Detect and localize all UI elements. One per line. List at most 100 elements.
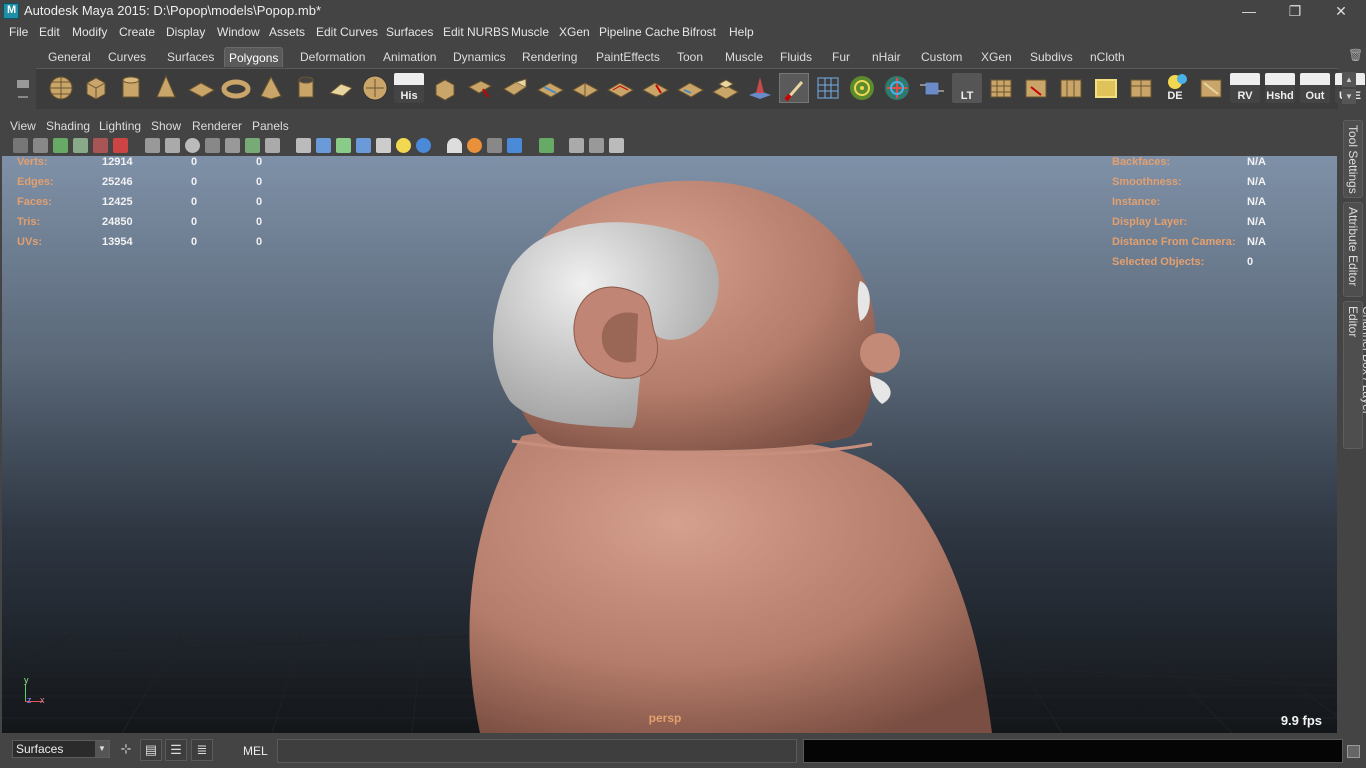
menu-set-dropdown[interactable]: Surfaces ▼ (12, 740, 110, 758)
tab-ncloth[interactable]: nCloth (1086, 47, 1129, 67)
menu-modify[interactable]: Modify (72, 25, 107, 39)
menu-pipeline-cache[interactable]: Pipeline Cache (599, 25, 680, 39)
rv-button[interactable]: RV (1230, 73, 1260, 103)
tab-fur[interactable]: Fur (828, 47, 854, 67)
lattice-icon[interactable] (813, 73, 843, 103)
safe-title-icon[interactable] (265, 138, 280, 153)
restore-button[interactable]: ❐ (1272, 0, 1318, 22)
tab-rendering[interactable]: Rendering (518, 47, 581, 67)
insert-edge-loop-icon[interactable] (570, 73, 600, 103)
motion-blur-icon[interactable] (467, 138, 482, 153)
wireframe-icon[interactable] (296, 138, 311, 153)
menu-edit-curves[interactable]: Edit Curves (316, 25, 378, 39)
extrude-icon[interactable] (430, 73, 460, 103)
tab-xgen[interactable]: XGen (977, 47, 1016, 67)
perspective-viewport[interactable]: Verts: 12914 0 0 Edges: 25246 0 0 Faces:… (2, 156, 1337, 733)
shelf-scroll-up-icon[interactable]: ▲ (1342, 72, 1356, 87)
panel-menu-show[interactable]: Show (151, 119, 181, 133)
shadows-icon[interactable] (416, 138, 431, 153)
wedge-face-icon[interactable] (675, 73, 705, 103)
poly-cone-icon[interactable] (151, 73, 181, 103)
offset-edge-loop-icon[interactable] (605, 73, 635, 103)
camera-attributes-icon[interactable] (33, 138, 48, 153)
menu-file[interactable]: File (9, 25, 28, 39)
anti-aliasing-icon[interactable] (487, 138, 502, 153)
xray-icon[interactable] (569, 138, 584, 153)
textured-icon[interactable] (376, 138, 391, 153)
grid-icon[interactable] (145, 138, 160, 153)
soft-mod-icon[interactable] (882, 73, 912, 103)
script-editor-button[interactable] (1347, 745, 1360, 758)
uv-cylindrical-icon[interactable] (1021, 73, 1051, 103)
uv-spherical-icon[interactable] (1056, 73, 1086, 103)
paint-tool-icon[interactable] (779, 73, 809, 103)
minimize-button[interactable]: — (1226, 0, 1272, 22)
gate-mask-icon[interactable] (205, 138, 220, 153)
poke-face-icon[interactable] (640, 73, 670, 103)
close-button[interactable]: ✕ (1318, 0, 1364, 22)
isolate-select-icon[interactable] (539, 138, 554, 153)
tab-toon[interactable]: Toon (673, 47, 707, 67)
panel-menu-lighting[interactable]: Lighting (99, 119, 141, 133)
menu-surfaces[interactable]: Surfaces (386, 25, 433, 39)
shelf-scroll-down-icon[interactable]: ▼ (1342, 89, 1356, 104)
two-d-pan-zoom-icon[interactable] (93, 138, 108, 153)
tab-curves[interactable]: Curves (104, 47, 150, 67)
film-gate-icon[interactable] (165, 138, 180, 153)
poly-cylinder-icon[interactable] (116, 73, 146, 103)
panel-menu-view[interactable]: View (10, 119, 36, 133)
tab-channel-box[interactable]: Channel Box / Layer Editor (1343, 301, 1366, 449)
resolution-gate-icon[interactable] (185, 138, 200, 153)
menu-xgen[interactable]: XGen (559, 25, 590, 39)
menu-bifrost[interactable]: Bifrost (682, 25, 716, 39)
lt-button[interactable]: LT (952, 73, 982, 103)
shelf-scrollbar[interactable]: ▲ ▼ (1342, 72, 1356, 106)
tab-attribute-editor[interactable]: Attribute Editor (1343, 202, 1363, 297)
uv-planar-icon[interactable] (986, 73, 1016, 103)
poly-sphere-icon[interactable] (46, 73, 76, 103)
tab-dynamics[interactable]: Dynamics (449, 47, 510, 67)
menu-edit[interactable]: Edit (39, 25, 60, 39)
command-line-input[interactable] (277, 739, 797, 763)
safe-action-icon[interactable] (245, 138, 260, 153)
default-lighting-icon[interactable] (356, 138, 371, 153)
bookmark-icon[interactable] (53, 138, 68, 153)
use-all-lights-icon[interactable] (396, 138, 411, 153)
xray-components-icon[interactable] (609, 138, 624, 153)
poly-cube-icon[interactable] (81, 73, 111, 103)
tab-tool-settings[interactable]: Tool Settings (1343, 120, 1363, 198)
create-polygon-tool-icon[interactable] (326, 73, 356, 103)
history-button[interactable]: His (394, 73, 424, 103)
menu-window[interactable]: Window (217, 25, 260, 39)
tab-animation[interactable]: Animation (379, 47, 440, 67)
select-camera-icon[interactable] (13, 138, 28, 153)
transfer-attributes-icon[interactable] (917, 73, 947, 103)
tab-polygons[interactable]: Polygons (224, 47, 284, 67)
duplicate-face-icon[interactable] (710, 73, 740, 103)
render-view-icon[interactable]: ▤ (140, 739, 162, 761)
hshd-button[interactable]: Hshd (1265, 73, 1295, 103)
menu-muscle[interactable]: Muscle (511, 25, 549, 39)
hierarchy-mode-icon[interactable]: ⊹ (115, 739, 137, 761)
menu-help[interactable]: Help (729, 25, 754, 39)
script-editor-icon[interactable]: ≣ (191, 739, 213, 761)
split-polygon-icon[interactable] (535, 73, 565, 103)
menu-edit-nurbs[interactable]: Edit NURBS (443, 25, 509, 39)
grease-pencil-icon[interactable] (113, 138, 128, 153)
attribute-editor-icon[interactable]: ☰ (165, 739, 187, 761)
tab-painteffects[interactable]: PaintEffects (592, 47, 664, 67)
poly-pipe-icon[interactable] (291, 73, 321, 103)
uv-snapshot-icon[interactable] (1196, 73, 1226, 103)
tab-custom[interactable]: Custom (917, 47, 966, 67)
poly-plane-icon[interactable] (186, 73, 216, 103)
panel-menu-shading[interactable]: Shading (46, 119, 90, 133)
smooth-shade-icon[interactable] (316, 138, 331, 153)
menu-display[interactable]: Display (166, 25, 205, 39)
uv-automatic-icon[interactable] (1091, 73, 1121, 103)
menu-assets[interactable]: Assets (269, 25, 305, 39)
menu-create[interactable]: Create (119, 25, 155, 39)
tab-nhair[interactable]: nHair (868, 47, 905, 67)
tab-general[interactable]: General (44, 47, 95, 67)
panel-menu-panels[interactable]: Panels (252, 119, 289, 133)
target-icon[interactable] (847, 73, 877, 103)
